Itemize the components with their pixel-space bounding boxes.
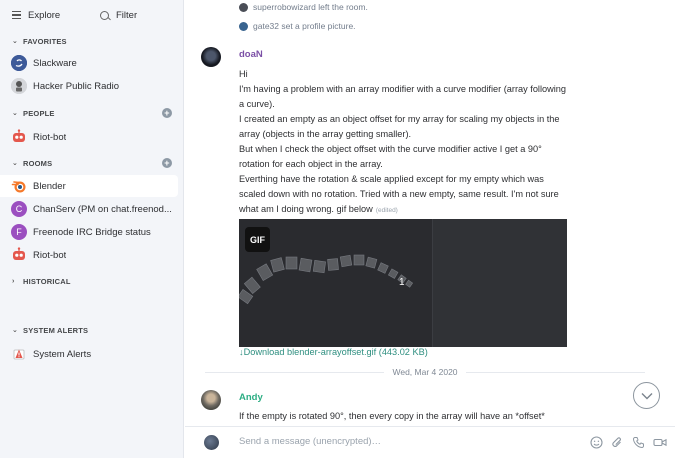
divider [465,371,646,373]
section-header-rooms[interactable]: ⌄ ROOMS + [0,154,184,172]
search-icon [100,10,109,20]
blender-logo-icon [11,178,27,194]
add-room-icon[interactable]: + [162,158,172,168]
gif-attachment[interactable]: GIF 1 [239,219,567,347]
membership-event: superrobowizard left the room. [239,2,368,12]
chevron-down-icon: ⌄ [12,38,19,45]
video-call-icon[interactable] [653,436,667,449]
message-line: Everthing have the rotation & scale appl… [239,172,569,218]
message-timeline: superrobowizard left the room. gate32 se… [185,0,675,426]
chevron-down-icon: ⌄ [12,160,19,167]
room-item-chanserv[interactable]: C ChanServ (PM on chat.freenod... [0,198,178,220]
message-line: Hi [239,69,248,79]
sender-avatar[interactable] [201,47,221,67]
message-line-text: Everthing have the rotation & scale appl… [239,174,559,214]
edited-marker: (edited) [375,207,398,214]
message-body: If the empty is rotated 90°, then every … [239,411,545,421]
event-avatar [239,21,248,31]
section-header-people[interactable]: ⌄ PEOPLE + [0,104,184,122]
slackware-avatar [11,55,27,71]
room-item-slackware[interactable]: Slackware [0,52,178,74]
message-line: I created an empty as an object offset f… [239,114,560,139]
sender-name[interactable]: Andy [239,392,263,403]
room-label: ChanServ (PM on chat.freenod... [33,203,172,215]
sender-avatar[interactable] [201,390,221,410]
chevron-right-icon: › [12,277,15,285]
alert-icon [11,346,27,362]
event-text: superrobowizard left the room. [253,2,368,12]
section-title: FAVORITES [23,36,67,46]
jump-to-bottom-button[interactable] [633,382,660,409]
section-title: ROOMS [23,158,53,168]
gif-badge: GIF [245,227,270,252]
room-list-sidebar: Explore Filter ⌄ FAVORITES Slackware Hac… [0,0,184,458]
download-label: Download blender-arrayoffset.gif (443.02… [243,347,428,357]
explore-button[interactable]: Explore [12,10,100,21]
message-body: Hi I'm having a problem with an array mo… [239,67,569,218]
chevron-down-icon: ⌄ [12,110,19,117]
freenode-avatar: F [11,224,27,240]
room-label: Slackware [33,57,77,69]
section-header-historical[interactable]: › HISTORICAL [0,272,184,290]
room-label: Riot-bot [33,249,67,261]
room-item-system-alerts[interactable]: System Alerts [0,343,178,365]
message-composer: Send a message (unencrypted)… [185,426,675,458]
section-header-system-alerts[interactable]: ⌄ SYSTEM ALERTS [0,321,184,339]
emoji-icon[interactable] [590,436,603,449]
download-link[interactable]: ↓Download blender-arrayoffset.gif (443.0… [239,347,428,357]
date-separator: Wed, Mar 4 2020 [205,366,646,378]
room-label: Hacker Public Radio [33,80,120,92]
date-label: Wed, Mar 4 2020 [392,367,458,377]
profile-event: gate32 set a profile picture. [239,21,356,31]
room-item-hacker-public-radio[interactable]: Hacker Public Radio [0,75,178,97]
riot-bot-avatar [11,129,27,145]
room-label: System Alerts [33,348,92,360]
person-item-riot-bot[interactable]: Riot-bot [0,126,178,148]
chevron-down-icon: ⌄ [12,327,19,334]
filter-input[interactable]: Filter [100,10,137,21]
chevron-down-icon [641,392,652,399]
event-text: gate32 set a profile picture. [253,21,356,31]
sidebar-top-bar: Explore Filter [0,0,183,30]
properties-panel [432,219,567,347]
room-item-riot-bot[interactable]: Riot-bot [0,244,178,266]
event-avatar [239,2,248,12]
voice-call-icon[interactable] [632,436,645,449]
message-input[interactable]: Send a message (unencrypted)… [239,436,381,447]
section-header-favorites[interactable]: ⌄ FAVORITES [0,32,184,50]
chanserv-avatar: C [11,201,27,217]
hacker-public-radio-avatar [11,78,27,94]
person-label: Riot-bot [33,131,67,143]
filter-placeholder: Filter [116,9,138,21]
attachment-icon[interactable] [611,436,624,449]
section-title: SYSTEM ALERTS [23,325,89,335]
add-person-icon[interactable]: + [162,108,172,118]
gif-frame-label: 1 [399,277,405,288]
room-label: Freenode IRC Bridge status [33,226,151,238]
explore-icon [12,11,21,19]
section-title: PEOPLE [23,108,55,118]
room-label: Blender [33,180,66,192]
room-item-freenode-bridge-status[interactable]: F Freenode IRC Bridge status [0,221,178,243]
room-item-blender[interactable]: Blender [0,175,178,197]
message-line: I'm having a problem with an array modif… [239,84,567,109]
sender-name[interactable]: doaN [239,49,263,60]
divider [205,371,385,373]
own-avatar[interactable] [204,435,219,450]
explore-label: Explore [28,9,61,21]
message-line: But when I check the object offset with … [239,144,542,169]
riot-bot-avatar [11,247,27,263]
section-title: HISTORICAL [23,276,71,286]
